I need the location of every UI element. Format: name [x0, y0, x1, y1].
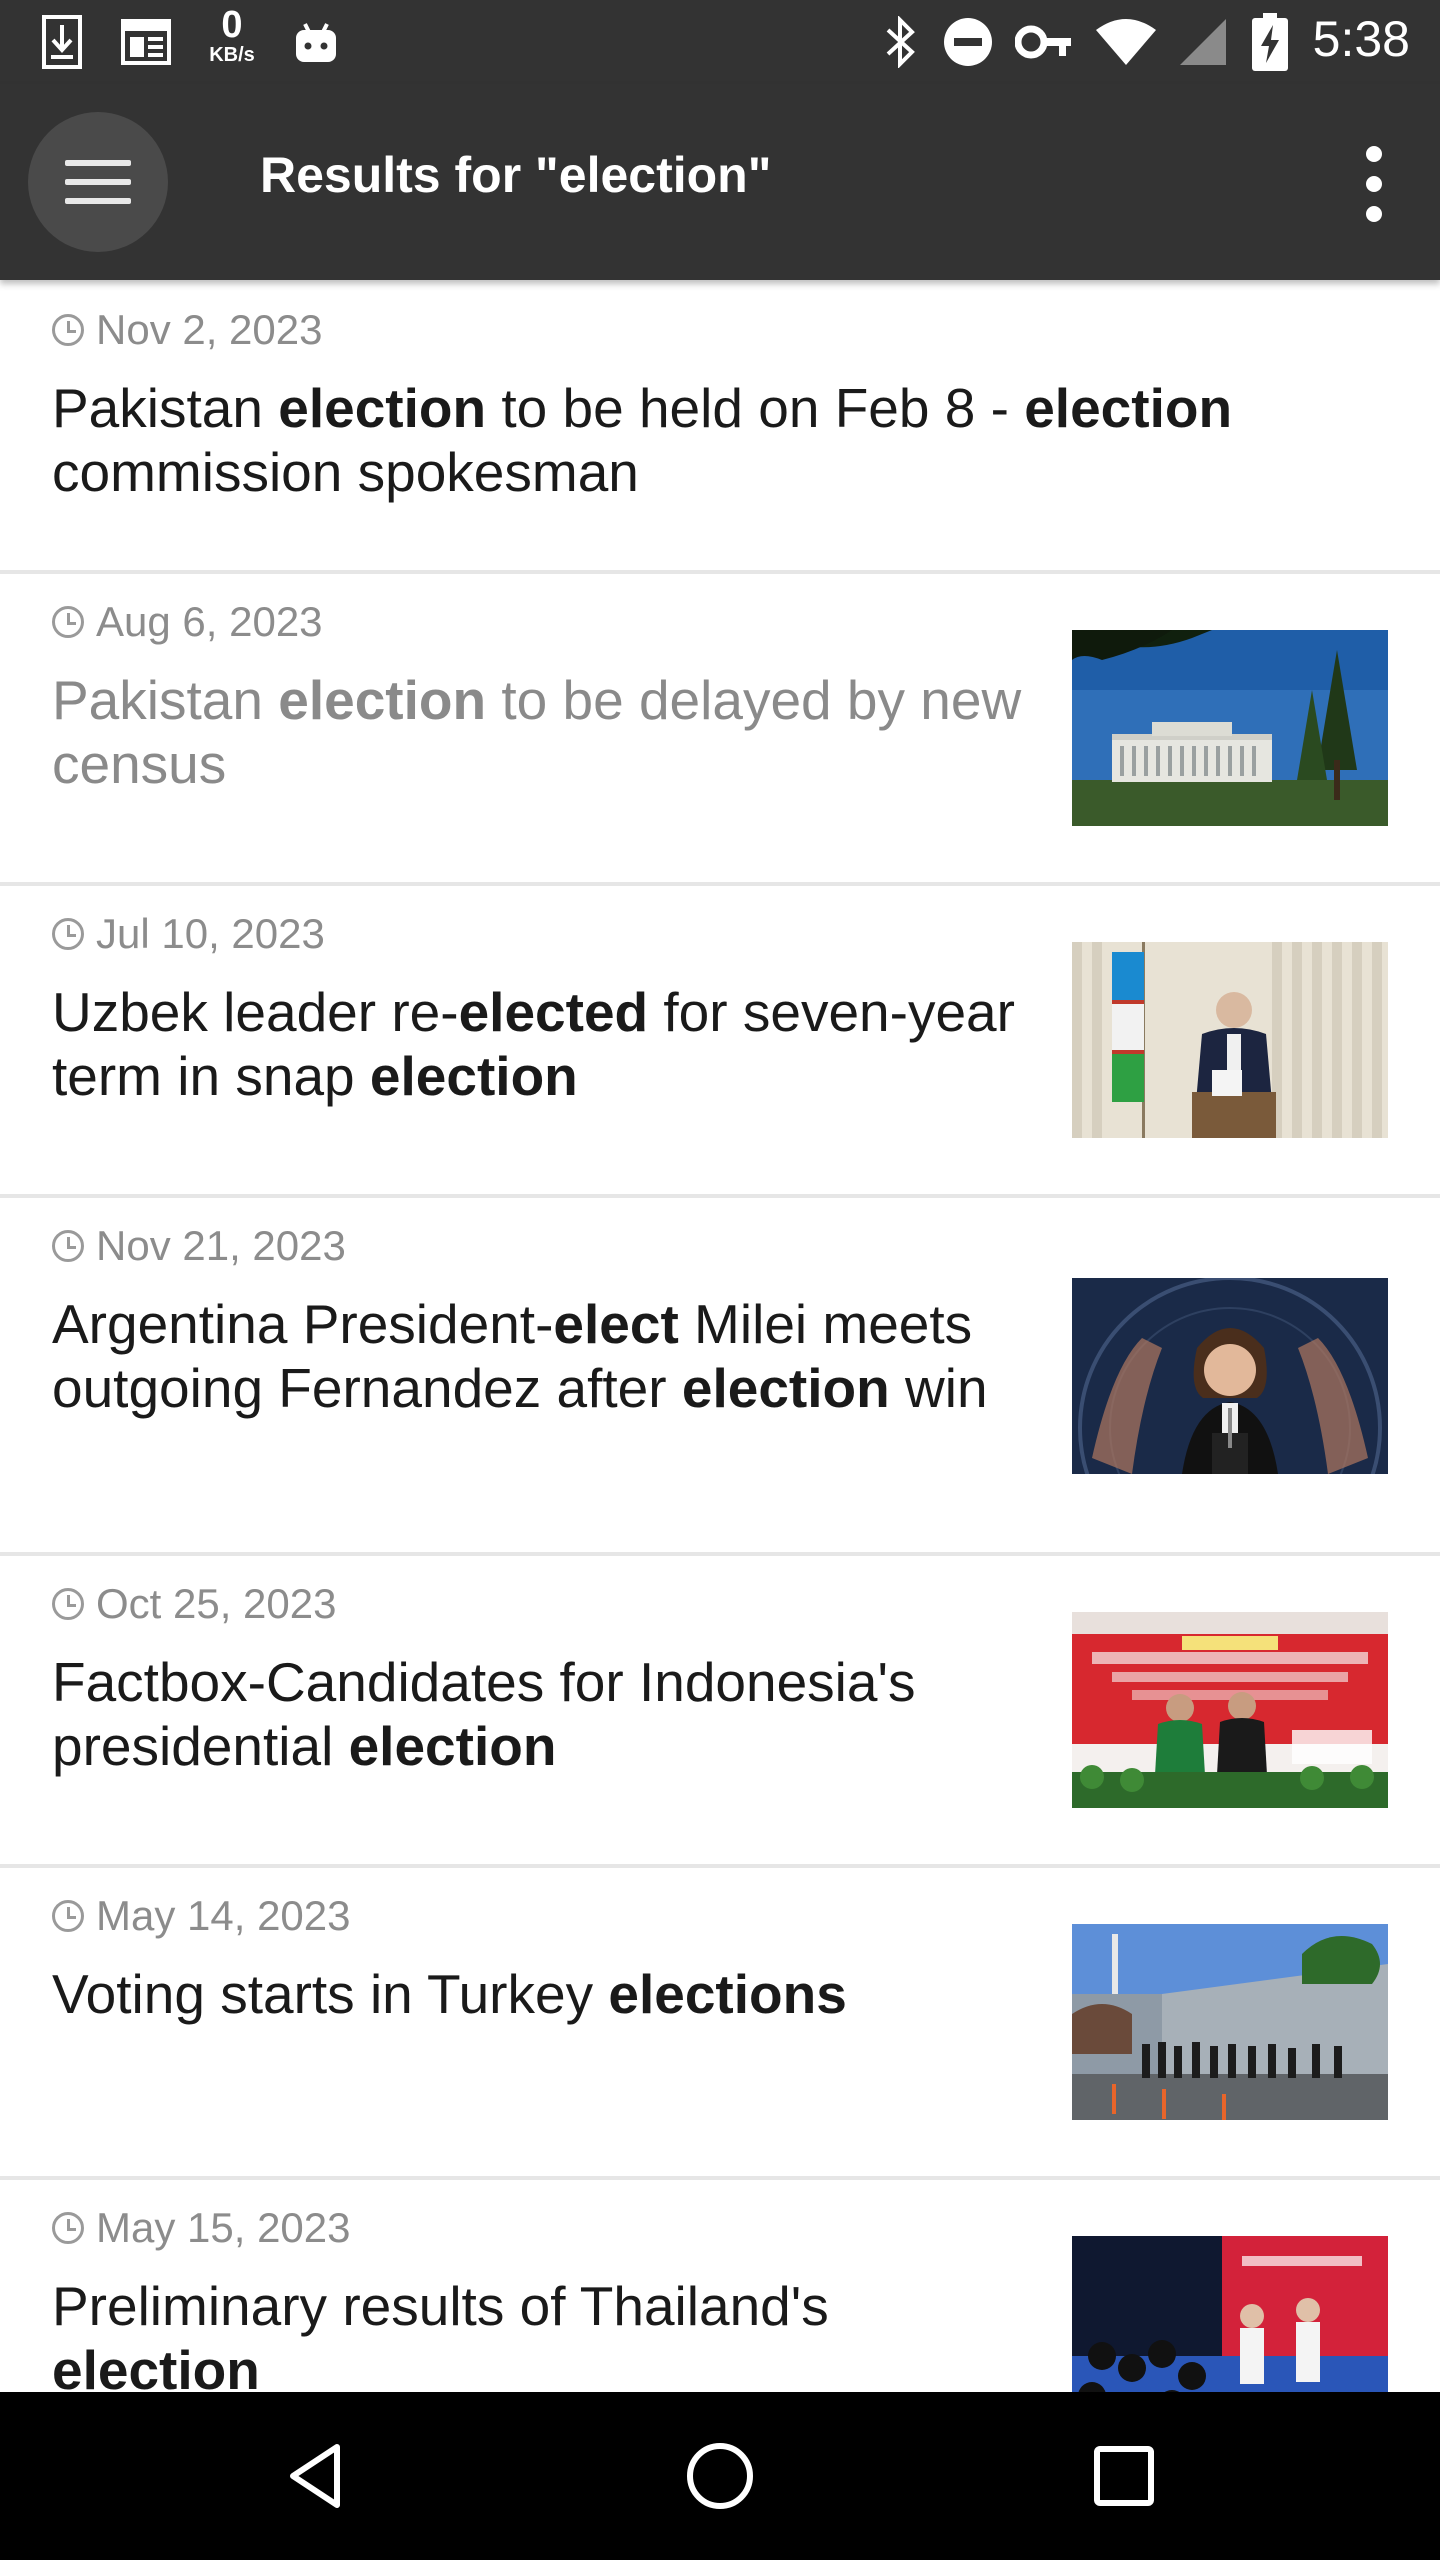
- article-headline: Preliminary results of Thailand's electi…: [52, 2275, 829, 2392]
- clock-icon: [52, 314, 84, 346]
- article-headline: Voting starts in Turkey elections: [52, 1963, 847, 2025]
- article-thumbnail: [1072, 1612, 1388, 1808]
- android-icon: [292, 14, 340, 70]
- news-icon: [118, 14, 174, 70]
- clock-icon: [52, 606, 84, 638]
- bluetooth-icon: [880, 14, 920, 70]
- download-icon: [40, 14, 84, 70]
- article-card[interactable]: Nov 21, 2023 Argentina President-elect M…: [0, 1198, 1440, 1556]
- clock-icon: [52, 1230, 84, 1262]
- clock-icon: [52, 918, 84, 950]
- page-title: Results for "election": [260, 147, 772, 203]
- article-card[interactable]: Aug 6, 2023 Pakistan election to be dela…: [0, 574, 1440, 886]
- article-date: Nov 21, 2023: [52, 1222, 346, 1270]
- battery-charging-icon: [1250, 13, 1290, 71]
- article-thumbnail: [1072, 1278, 1388, 1474]
- overflow-menu-button[interactable]: [1344, 136, 1404, 232]
- article-date-text: May 14, 2023: [96, 1892, 351, 1939]
- back-button[interactable]: [266, 2426, 366, 2526]
- status-bar: 0 KB/s 5:38: [0, 0, 1440, 84]
- search-results-list[interactable]: Nov 2, 2023 Pakistan election to be held…: [0, 280, 1440, 2392]
- article-date: May 15, 2023: [52, 2204, 351, 2252]
- clock-icon: [52, 1588, 84, 1620]
- article-date-text: May 15, 2023: [96, 2204, 351, 2251]
- more-vert-icon: [1366, 146, 1382, 162]
- article-thumbnail: [1072, 630, 1388, 826]
- back-icon: [290, 2444, 340, 2508]
- wifi-icon: [1094, 14, 1158, 70]
- article-date: Nov 2, 2023: [52, 306, 323, 354]
- article-headline: Argentina President-elect Milei meets ou…: [52, 1293, 988, 1419]
- article-date: Aug 6, 2023: [52, 598, 323, 646]
- recents-icon: [1094, 2446, 1154, 2506]
- article-date: May 14, 2023: [52, 1892, 351, 1940]
- network-speed-value: 0: [221, 4, 243, 46]
- clock-time: 5:38: [1312, 11, 1410, 67]
- signal-icon: [1176, 14, 1230, 70]
- article-date-text: Nov 21, 2023: [96, 1222, 346, 1269]
- article-thumbnail: [1072, 2236, 1388, 2392]
- home-button[interactable]: [670, 2426, 770, 2526]
- article-card[interactable]: Nov 2, 2023 Pakistan election to be held…: [0, 280, 1440, 574]
- article-card[interactable]: May 15, 2023 Preliminary results of Thai…: [0, 2180, 1440, 2392]
- article-headline: Factbox-Candidates for Indonesia's presi…: [52, 1651, 916, 1777]
- article-date: Jul 10, 2023: [52, 910, 325, 958]
- navigation-menu-button[interactable]: [28, 112, 168, 252]
- do-not-disturb-icon: [940, 14, 996, 70]
- article-date-text: Jul 10, 2023: [96, 910, 325, 957]
- system-navigation-bar: [0, 2392, 1440, 2560]
- network-speed: 0 KB/s: [204, 6, 260, 66]
- clock-icon: [52, 2212, 84, 2244]
- article-headline: Pakistan election to be delayed by new c…: [52, 669, 1022, 795]
- article-date-text: Oct 25, 2023: [96, 1580, 337, 1627]
- article-headline: Uzbek leader re-elected for seven-year t…: [52, 981, 1015, 1107]
- home-icon: [687, 2443, 753, 2509]
- vpn-key-icon: [1014, 14, 1074, 70]
- article-date: Oct 25, 2023: [52, 1580, 337, 1628]
- network-speed-unit: KB/s: [209, 44, 255, 66]
- article-card[interactable]: Oct 25, 2023 Factbox-Candidates for Indo…: [0, 1556, 1440, 1868]
- article-card[interactable]: May 14, 2023 Voting starts in Turkey ele…: [0, 1868, 1440, 2180]
- article-date-text: Nov 2, 2023: [96, 306, 323, 353]
- article-thumbnail: [1072, 942, 1388, 1138]
- clock-icon: [52, 1900, 84, 1932]
- hamburger-menu-icon: [65, 160, 131, 204]
- article-headline: Pakistan election to be held on Feb 8 - …: [52, 377, 1233, 503]
- recents-button[interactable]: [1074, 2426, 1174, 2526]
- article-thumbnail: [1072, 1924, 1388, 2120]
- article-date-text: Aug 6, 2023: [96, 598, 323, 645]
- app-bar: Results for "election": [0, 84, 1440, 280]
- article-card[interactable]: Jul 10, 2023 Uzbek leader re-elected for…: [0, 886, 1440, 1198]
